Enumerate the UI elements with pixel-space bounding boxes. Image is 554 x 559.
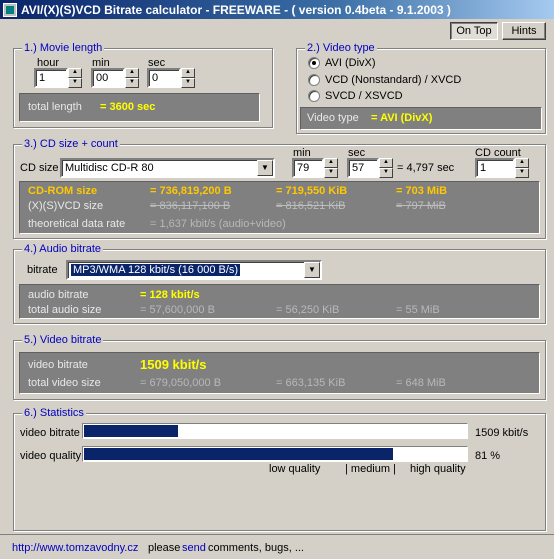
min-input[interactable]: 00: [91, 68, 125, 88]
window-title: AVI/(X)(S)VCD Bitrate calculator - FREEW…: [21, 2, 451, 17]
hints-button[interactable]: Hints: [502, 22, 546, 40]
hour-input[interactable]: 1: [34, 68, 68, 88]
total-audio-size-kib: = 56,250 KiB: [276, 304, 340, 316]
total-length-panel: total length = 3600 sec: [19, 93, 260, 122]
cdrom-size-mib: = 703 MiB: [396, 185, 448, 197]
hour-spinner[interactable]: ▲ ▼: [68, 68, 82, 88]
vcd-size-kib: = 816,521 KiB: [276, 200, 346, 212]
video-type-option-vcd[interactable]: VCD (Nonstandard) / XVCD: [325, 74, 461, 86]
vcd-size-mib: = 797 MiB: [396, 200, 446, 212]
status-text-before: please: [148, 542, 181, 554]
video-quality-bar: [82, 446, 468, 462]
statistics-legend: 6.) Statistics: [22, 407, 86, 419]
video-type-result-label: Video type: [307, 112, 359, 124]
on-top-button[interactable]: On Top: [450, 22, 498, 40]
cd-sec-spinner[interactable]: ▲ ▼: [379, 158, 393, 178]
total-length-value: = 3600 sec: [100, 101, 156, 113]
cdrom-size-bytes: = 736,819,200 B: [150, 185, 232, 197]
movie-length-legend: 1.) Movie length: [22, 42, 105, 54]
audio-bitrate-legend: 4.) Audio bitrate: [22, 243, 104, 255]
chevron-down-icon[interactable]: ▼: [257, 160, 273, 176]
sec-input[interactable]: 0: [147, 68, 181, 88]
audio-bitrate-result-value: = 128 kbit/s: [140, 289, 200, 301]
audio-bitrate-select[interactable]: MP3/WMA 128 kbit/s (16 000 B/s) ▼: [66, 260, 322, 280]
data-rate-value: = 1,637 kbit/s (audio+video): [150, 218, 286, 230]
total-length-label: total length: [28, 101, 82, 113]
cd-min-spinner[interactable]: ▲ ▼: [324, 158, 338, 178]
video-bitrate-bar-fill: [84, 425, 178, 437]
video-bitrate-result-label: video bitrate: [28, 359, 88, 371]
chevron-down-icon[interactable]: ▼: [304, 262, 320, 278]
cd-count-input[interactable]: 1: [475, 158, 515, 178]
min-spinner[interactable]: ▲ ▼: [125, 68, 139, 88]
video-type-result-value: = AVI (DivX): [371, 112, 433, 124]
cd-duration-text: = 4,797 sec: [397, 162, 455, 174]
video-bitrate-bar: [82, 423, 468, 439]
stat-quality-label: video quality: [20, 450, 82, 462]
total-audio-size-mib: = 55 MiB: [396, 304, 440, 316]
audio-bitrate-result-label: audio bitrate: [28, 289, 89, 301]
total-video-size-bytes: = 679,050,000 B: [140, 377, 222, 389]
audio-bitrate-select-value: MP3/WMA 128 kbit/s (16 000 B/s): [71, 264, 241, 276]
vcd-size-label: (X)(S)VCD size: [28, 200, 104, 212]
cd-size-legend: 3.) CD size + count: [22, 138, 120, 150]
video-type-result-panel: Video type = AVI (DivX): [300, 107, 542, 130]
status-text-after: comments, bugs, ...: [208, 542, 304, 554]
status-bar: http://www.tomzavodny.cz please send com…: [0, 534, 554, 559]
video-type-radio-vcd[interactable]: [308, 74, 320, 86]
video-type-radio-svcd[interactable]: [308, 90, 320, 102]
video-type-option-svcd[interactable]: SVCD / XSVCD: [325, 90, 403, 102]
video-type-radio-avi[interactable]: [308, 57, 320, 69]
audio-bitrate-select-label: bitrate: [27, 264, 58, 276]
quality-scale-medium: | medium |: [345, 463, 396, 475]
total-video-size-label: total video size: [28, 377, 101, 389]
total-audio-size-label: total audio size: [28, 304, 102, 316]
cd-size-results-panel: CD-ROM size = 736,819,200 B = 719,550 Ki…: [19, 181, 540, 234]
stat-bitrate-label: video bitrate: [20, 427, 80, 439]
cd-count-spinner[interactable]: ▲ ▼: [515, 158, 529, 178]
quality-scale-high: high quality: [410, 463, 466, 475]
stat-quality-value: 81 %: [475, 450, 501, 462]
total-video-size-mib: = 648 MiB: [396, 377, 446, 389]
cd-size-select[interactable]: Multidisc CD-R 80 ▼: [60, 158, 275, 178]
video-type-legend: 2.) Video type: [305, 42, 377, 54]
send-link[interactable]: send: [182, 542, 206, 554]
audio-results-panel: audio bitrate = 128 kbit/s total audio s…: [19, 284, 540, 319]
quality-scale-low: low quality: [269, 463, 321, 475]
cdrom-size-kib: = 719,550 KiB: [276, 185, 348, 197]
total-audio-size-bytes: = 57,600,000 B: [140, 304, 215, 316]
total-video-size-kib: = 663,135 KiB: [276, 377, 346, 389]
data-rate-label: theoretical data rate: [28, 218, 126, 230]
cd-min-input[interactable]: 79: [292, 158, 324, 178]
video-results-panel: video bitrate 1509 kbit/s total video si…: [19, 352, 540, 394]
vcd-size-bytes: = 836,117,100 B: [150, 200, 231, 212]
video-type-option-avi[interactable]: AVI (DivX): [325, 57, 376, 69]
cd-size-value: Multidisc CD-R 80: [65, 162, 154, 174]
video-bitrate-result-value: 1509 kbit/s: [140, 357, 207, 372]
cd-sec-input[interactable]: 57: [347, 158, 379, 178]
cdrom-size-label: CD-ROM size: [28, 185, 98, 197]
website-link[interactable]: http://www.tomzavodny.cz: [12, 542, 138, 554]
video-bitrate-legend: 5.) Video bitrate: [22, 334, 104, 346]
title-bar[interactable]: AVI/(X)(S)VCD Bitrate calculator - FREEW…: [0, 0, 554, 19]
video-quality-bar-fill: [84, 448, 394, 460]
cd-size-label: CD size: [20, 162, 59, 174]
stat-bitrate-value: 1509 kbit/s: [475, 427, 529, 439]
calculator-app-icon: [3, 2, 17, 17]
sec-spinner[interactable]: ▲ ▼: [181, 68, 195, 88]
